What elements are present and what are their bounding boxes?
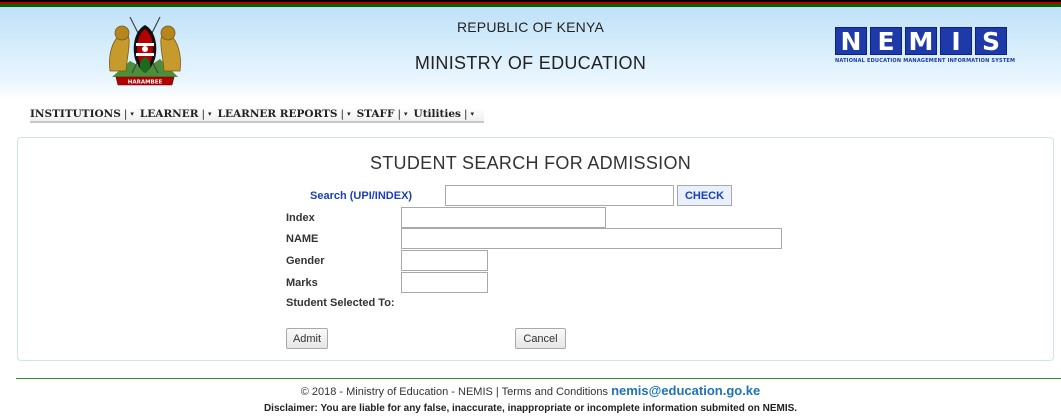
footer-divider	[16, 378, 1061, 379]
menu-separator: |	[397, 108, 402, 120]
menu-item-staff[interactable]: STAFF | ▾	[357, 108, 410, 120]
menu-label: STAFF	[356, 108, 395, 120]
coat-motto: HARAMBEE	[128, 80, 163, 86]
cancel-button[interactable]: Cancel	[515, 328, 566, 349]
caret-down-icon: ▾	[347, 110, 351, 118]
caret-down-icon: ▾	[404, 110, 408, 118]
logo-letter: M	[905, 27, 937, 56]
menu-separator: |	[463, 108, 468, 120]
page-header: HARAMBEE REPUBLIC OF KENYA MINISTRY OF E…	[0, 7, 1061, 100]
menu-separator: |	[123, 108, 128, 120]
menu-separator: |	[201, 108, 206, 120]
main-menu: INSTITUTIONS | ▾ LEARNER | ▾ LEARNER REP…	[30, 107, 484, 123]
name-field[interactable]	[401, 228, 782, 249]
logo-subtitle: NATIONAL EDUCATION MANAGEMENT INFORMATIO…	[835, 58, 1016, 64]
menu-item-learner[interactable]: LEARNER | ▾	[140, 108, 214, 120]
check-button[interactable]: CHECK	[677, 185, 732, 206]
logo-letter: N	[835, 27, 867, 56]
logo-letter: E	[870, 27, 902, 56]
caret-down-icon: ▾	[130, 110, 134, 118]
logo-letter: S	[975, 27, 1007, 56]
flag-stripes	[0, 0, 1061, 7]
copyright-text: © 2018 - Ministry of Education - NEMIS |…	[300, 386, 608, 398]
menu-label: INSTITUTIONS	[30, 108, 121, 120]
menu-label: LEARNER	[139, 108, 199, 120]
nemis-logo: N E M I S NATIONAL EDUCATION MANAGEMENT …	[835, 27, 1016, 65]
marks-field[interactable]	[401, 272, 488, 293]
admit-button[interactable]: Admit	[286, 328, 328, 349]
index-field[interactable]	[401, 207, 606, 228]
search-upi-input[interactable]	[445, 185, 674, 206]
marks-label: Marks	[286, 277, 318, 289]
menu-item-learner-reports[interactable]: LEARNER REPORTS | ▾	[218, 108, 353, 120]
name-label: NAME	[286, 233, 319, 245]
gender-label: Gender	[286, 255, 325, 267]
caret-down-icon: ▾	[208, 110, 212, 118]
menu-label: LEARNER REPORTS	[217, 108, 338, 120]
gender-field[interactable]	[401, 250, 488, 271]
menu-label: Utilities	[413, 108, 461, 120]
index-label: Index	[286, 212, 315, 224]
contact-email-link[interactable]: nemis@education.go.ke	[611, 383, 760, 398]
search-label: Search (UPI/INDEX)	[310, 190, 413, 202]
footer-copyright: © 2018 - Ministry of Education - NEMIS |…	[0, 383, 1061, 398]
menu-separator: |	[340, 108, 345, 120]
menu-item-utilities[interactable]: Utilities | ▾	[414, 108, 476, 120]
caret-down-icon: ▾	[470, 110, 474, 118]
selected-to-label: Student Selected To:	[286, 297, 395, 309]
logo-letter: I	[940, 27, 972, 56]
menu-item-institutions[interactable]: INSTITUTIONS | ▾	[30, 108, 136, 120]
footer-disclaimer: Disclaimer: You are liable for any false…	[263, 403, 798, 414]
form-title: STUDENT SEARCH FOR ADMISSION	[369, 153, 692, 173]
